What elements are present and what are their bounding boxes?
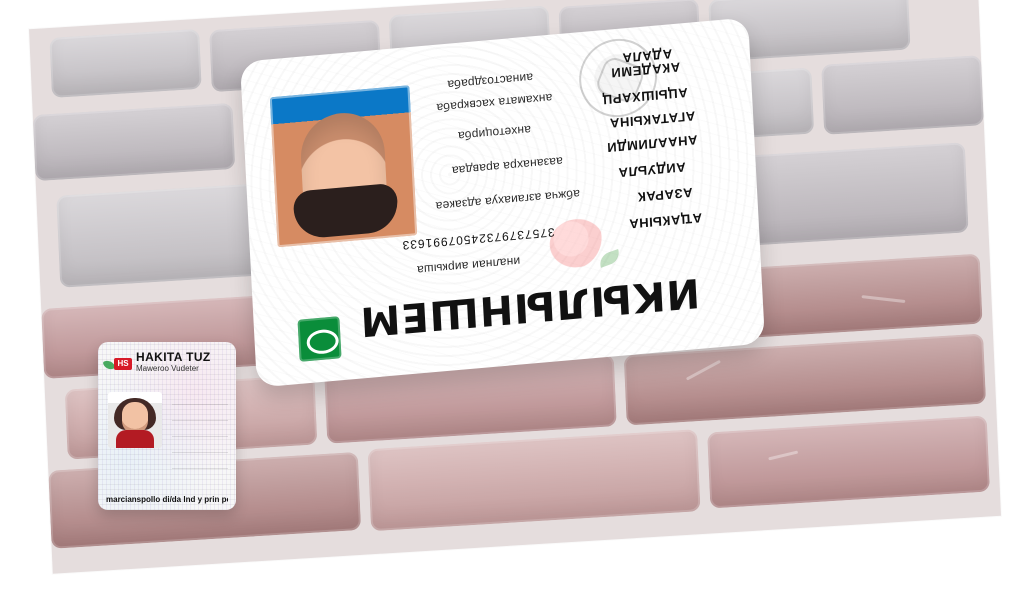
- small-card-rule: [172, 436, 228, 437]
- small-id-card: HS HAKITA TUZ Maweroo Vudeter marcianspo…: [98, 342, 236, 510]
- hs-badge: HS: [114, 358, 132, 370]
- portrait-hair: [292, 182, 399, 240]
- small-card-rule: [172, 404, 228, 405]
- green-oval-logo-icon: [297, 316, 342, 362]
- small-card-rule: [172, 420, 228, 421]
- main-card-photo: [269, 85, 418, 248]
- small-card-photo: [108, 392, 162, 448]
- small-card-rule: [172, 468, 228, 469]
- brick: [367, 429, 701, 532]
- stone: [49, 28, 202, 98]
- small-card-rule: [172, 452, 228, 453]
- small-card-name: HAKITA TUZ: [136, 350, 211, 364]
- small-portrait-shirt: [116, 430, 154, 448]
- small-card-footer: marcianspollo di/da lnd y prin pollo: [106, 495, 228, 504]
- brick: [707, 415, 990, 509]
- main-id-card: АДАЛА АКАДЕМИ АЦЫШХАРЦ АГАТАКЫНА АНААЛИМ…: [239, 17, 766, 388]
- stone: [821, 55, 984, 135]
- stone: [32, 102, 236, 182]
- small-card-subtitle: Maweroo Vudeter: [136, 364, 199, 373]
